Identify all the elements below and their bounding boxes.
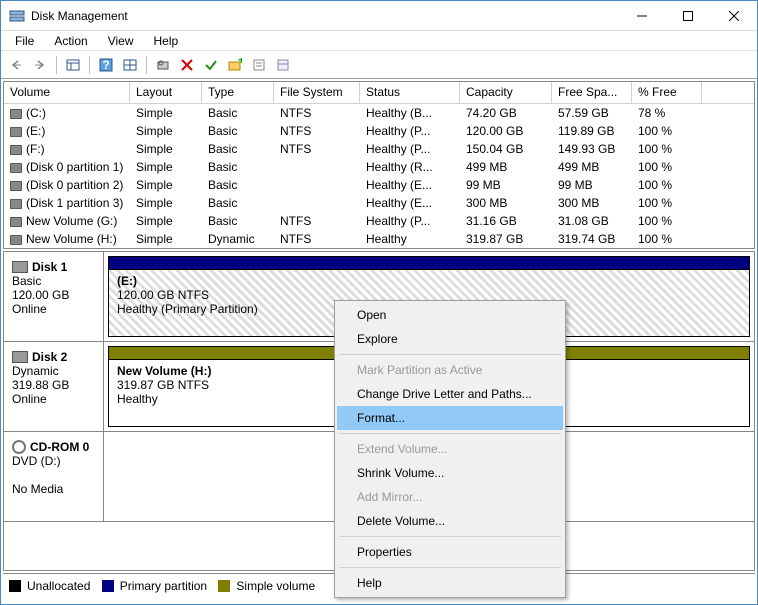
volume-row[interactable]: (F:)SimpleBasicNTFSHealthy (P...150.04 G… (4, 140, 754, 158)
col-status[interactable]: Status (360, 82, 460, 103)
volume-icon (10, 163, 22, 173)
col-filesystem[interactable]: File System (274, 82, 360, 103)
svg-text:+: + (238, 58, 242, 67)
disk-label: Disk 1 Basic 120.00 GB Online (4, 252, 104, 341)
ctx-help[interactable]: Help (337, 571, 563, 595)
volume-icon (10, 109, 22, 119)
volume-row[interactable]: (Disk 0 partition 2)SimpleBasicHealthy (… (4, 176, 754, 194)
col-freespace[interactable]: Free Spa... (552, 82, 632, 103)
window-title: Disk Management (31, 9, 619, 23)
partition-color-bar (108, 256, 750, 270)
maximize-button[interactable] (665, 1, 711, 31)
ctx-mark-active: Mark Partition as Active (337, 358, 563, 382)
check-icon[interactable] (200, 54, 222, 76)
volume-icon (10, 145, 22, 155)
volume-icon (10, 235, 22, 245)
minimize-button[interactable] (619, 1, 665, 31)
cdrom-icon (12, 440, 26, 454)
context-menu: Open Explore Mark Partition as Active Ch… (334, 300, 566, 598)
col-type[interactable]: Type (202, 82, 274, 103)
legend-swatch-unallocated (9, 580, 21, 592)
properties-icon[interactable] (248, 54, 270, 76)
back-button[interactable] (5, 54, 27, 76)
help-button[interactable]: ? (95, 54, 117, 76)
new-folder-icon[interactable]: + (224, 54, 246, 76)
menu-file[interactable]: File (5, 32, 44, 50)
ctx-add-mirror: Add Mirror... (337, 485, 563, 509)
disk-icon (12, 351, 28, 363)
toolbar: ? + (1, 51, 757, 79)
menu-action[interactable]: Action (44, 32, 97, 50)
volume-list: Volume Layout Type File System Status Ca… (3, 81, 755, 249)
ctx-delete[interactable]: Delete Volume... (337, 509, 563, 533)
disk-label: CD-ROM 0 DVD (D:) No Media (4, 432, 104, 521)
settings-button[interactable] (119, 54, 141, 76)
ctx-properties[interactable]: Properties (337, 540, 563, 564)
list-icon[interactable] (272, 54, 294, 76)
ctx-format[interactable]: Format... (337, 406, 563, 430)
close-button[interactable] (711, 1, 757, 31)
ctx-extend: Extend Volume... (337, 437, 563, 461)
disk-icon (12, 261, 28, 273)
volume-icon (10, 127, 22, 137)
col-capacity[interactable]: Capacity (460, 82, 552, 103)
volume-row[interactable]: New Volume (H:)SimpleDynamicNTFSHealthy3… (4, 230, 754, 248)
legend-swatch-simple (218, 580, 230, 592)
disk-management-icon (9, 8, 25, 24)
volume-icon (10, 199, 22, 209)
ctx-open[interactable]: Open (337, 303, 563, 327)
col-volume[interactable]: Volume (4, 82, 130, 103)
volume-row[interactable]: (C:)SimpleBasicNTFSHealthy (B...74.20 GB… (4, 104, 754, 122)
show-hide-button[interactable] (62, 54, 84, 76)
titlebar: Disk Management (1, 1, 757, 31)
volume-icon (10, 181, 22, 191)
svg-text:?: ? (102, 58, 109, 72)
volume-list-body[interactable]: (C:)SimpleBasicNTFSHealthy (B...74.20 GB… (4, 104, 754, 248)
menu-view[interactable]: View (98, 32, 144, 50)
menubar: File Action View Help (1, 31, 757, 51)
legend-swatch-primary (102, 580, 114, 592)
volume-row[interactable]: (Disk 0 partition 1)SimpleBasicHealthy (… (4, 158, 754, 176)
col-pctfree[interactable]: % Free (632, 82, 702, 103)
ctx-explore[interactable]: Explore (337, 327, 563, 351)
menu-help[interactable]: Help (144, 32, 189, 50)
volume-row[interactable]: (E:)SimpleBasicNTFSHealthy (P...120.00 G… (4, 122, 754, 140)
volume-icon (10, 217, 22, 227)
delete-icon[interactable] (176, 54, 198, 76)
volume-row[interactable]: New Volume (G:)SimpleBasicNTFSHealthy (P… (4, 212, 754, 230)
disk-label: Disk 2 Dynamic 319.88 GB Online (4, 342, 104, 431)
refresh-button[interactable] (152, 54, 174, 76)
ctx-shrink[interactable]: Shrink Volume... (337, 461, 563, 485)
col-layout[interactable]: Layout (130, 82, 202, 103)
ctx-change-letter[interactable]: Change Drive Letter and Paths... (337, 382, 563, 406)
volume-list-header: Volume Layout Type File System Status Ca… (4, 82, 754, 104)
forward-button[interactable] (29, 54, 51, 76)
volume-row[interactable]: (Disk 1 partition 3)SimpleBasicHealthy (… (4, 194, 754, 212)
